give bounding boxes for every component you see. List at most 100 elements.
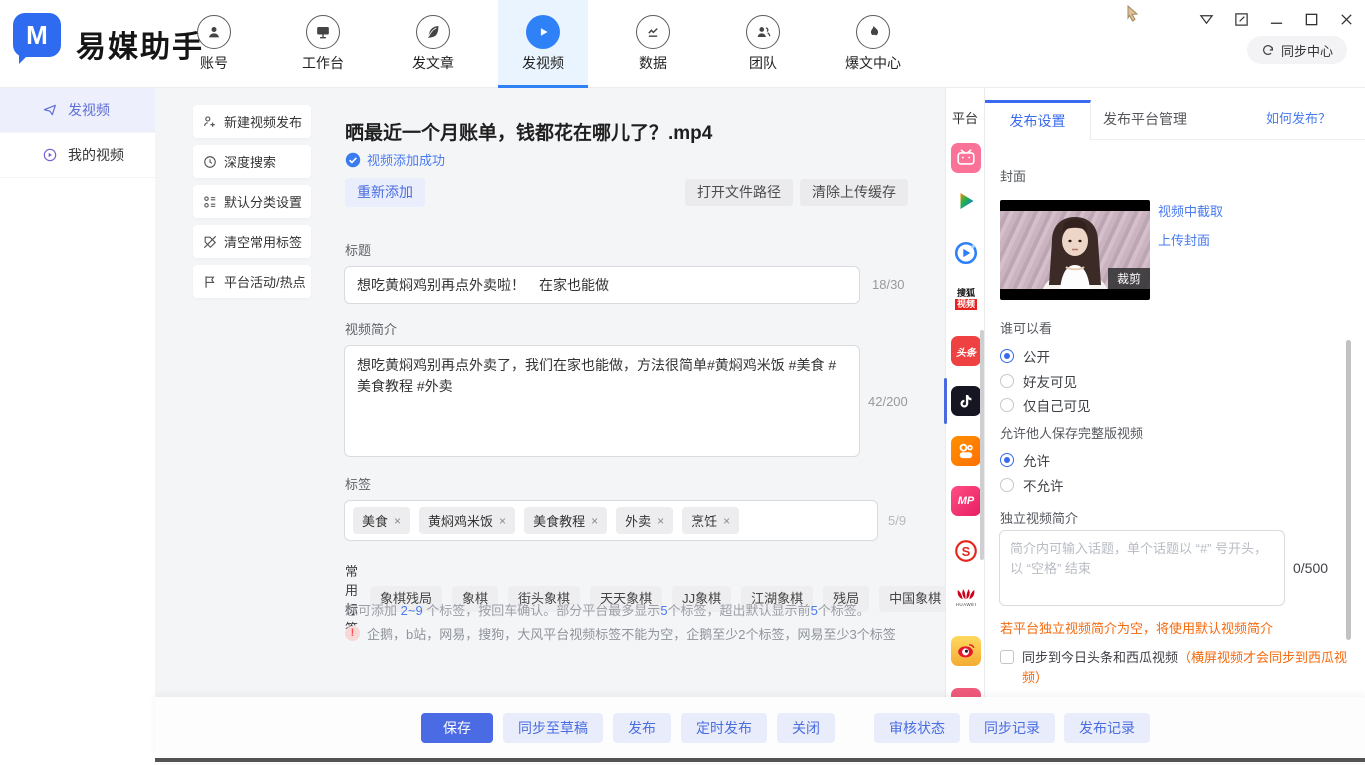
save-permission-deny[interactable]: 不允许 [1000, 475, 1064, 495]
tag-chip-label: 美食 [362, 511, 388, 530]
close-button[interactable] [1337, 10, 1355, 28]
kuaishou-icon[interactable] [951, 436, 981, 466]
platform-strip: 平台 搜狐 视频 头条 MP S HUAW [945, 88, 985, 697]
crop-badge[interactable]: 裁剪 [1108, 268, 1150, 289]
sync-toutiao-checkbox-row[interactable]: 同步到今日头条和西瓜视频（横屏视频才会同步到西瓜视频） [1000, 648, 1356, 687]
independent-desc-textarea[interactable] [999, 530, 1285, 606]
nav-team[interactable]: 团队 [718, 0, 808, 88]
app-logo: M [13, 13, 63, 61]
visibility-option-public[interactable]: 公开 [1000, 346, 1050, 366]
remove-tag-icon[interactable]: × [394, 514, 401, 528]
nav-workbench[interactable]: 工作台 [278, 0, 368, 88]
minimize-button[interactable] [1267, 10, 1285, 28]
nav-workbench-label: 工作台 [278, 53, 368, 73]
capture-from-video-link[interactable]: 视频中截取 [1158, 201, 1223, 220]
clear-common-tags-button[interactable]: 清空常用标签 [193, 225, 311, 258]
visibility-option-friends[interactable]: 好友可见 [1000, 371, 1077, 391]
platform-strip-scrollbar[interactable] [980, 330, 984, 560]
meipai-icon[interactable]: MP [951, 486, 981, 516]
hint-highlight: 5 [811, 603, 818, 618]
remove-tag-icon[interactable]: × [591, 514, 598, 528]
nav-data[interactable]: 数据 [608, 0, 698, 88]
sohu-icon[interactable]: S [951, 536, 981, 566]
save-button[interactable]: 保存 [421, 713, 493, 743]
desc-counter: 42/200 [868, 394, 908, 409]
nav-account[interactable]: 账号 [169, 0, 259, 88]
user-plus-icon [203, 115, 217, 129]
description-textarea[interactable]: 想吃黄焖鸡别再点外卖了，我们在家也能做，方法很简单#黄焖鸡米饭 #美食 #美食教… [344, 345, 860, 457]
sohu-video-text1: 搜狐 [957, 288, 975, 299]
title-input[interactable] [344, 266, 860, 304]
douyin-icon[interactable] [951, 386, 981, 416]
paper-plane-icon [42, 102, 58, 118]
sidebar-item-label: 发视频 [68, 100, 110, 120]
nav-hot-center[interactable]: 爆文中心 [828, 0, 918, 88]
checkbox-icon[interactable] [1000, 650, 1014, 664]
tags-input[interactable]: 美食× 黄焖鸡米饭× 美食教程× 外卖× 烹饪× [344, 500, 878, 541]
schedule-publish-button[interactable]: 定时发布 [681, 713, 767, 743]
haokan-video-icon[interactable] [951, 238, 981, 268]
feather-pen-icon [423, 22, 443, 42]
tag-chip: 美食 × [353, 507, 410, 534]
clear-upload-cache-button[interactable]: 清除上传缓存 [800, 179, 908, 206]
tab-publish-settings[interactable]: 发布设置 [985, 100, 1091, 140]
save-permission-allow[interactable]: 允许 [1000, 450, 1050, 470]
hint-text: 个标签，超出默认显示前 [668, 603, 811, 618]
remove-tag-icon[interactable]: × [657, 514, 664, 528]
meipai-text: MP [958, 495, 975, 507]
play-circle-icon [42, 147, 58, 163]
toutiao-icon[interactable]: 头条 [951, 336, 981, 366]
radio-label: 好友可见 [1023, 371, 1077, 391]
compass-icon [203, 155, 217, 169]
deep-search-button[interactable]: 深度搜索 [193, 145, 311, 178]
default-category-button[interactable]: 默认分类设置 [193, 185, 311, 218]
huawei-icon[interactable]: HUAWEI [951, 582, 981, 612]
upload-status-text: 视频添加成功 [367, 150, 445, 169]
sync-to-draft-button[interactable]: 同步至草稿 [503, 713, 603, 743]
sidebar-item-publish-video[interactable]: 发视频 [0, 88, 155, 133]
hint-text: 您可添加 [345, 603, 401, 618]
tool-button-label: 深度搜索 [224, 152, 276, 171]
upload-status: 视频添加成功 [345, 150, 445, 169]
tags-hint: 您可添加 2~9 个标签，按回车确认。部分平台最多显示5个标签，超出默认显示前5… [345, 600, 870, 619]
panel-scrollbar[interactable] [1346, 340, 1351, 640]
open-file-path-button[interactable]: 打开文件路径 [685, 179, 793, 206]
how-to-publish-link[interactable]: 如何发布？ [1266, 100, 1331, 140]
bilibili-icon[interactable] [951, 143, 981, 173]
tencent-video-icon[interactable] [951, 186, 981, 216]
cover-thumbnail[interactable]: 裁剪 [1000, 200, 1150, 300]
sohu-video-icon[interactable]: 搜狐 视频 [951, 284, 981, 314]
maximize-button[interactable] [1302, 10, 1320, 28]
tab-platform-manage[interactable]: 发布平台管理 [1103, 100, 1187, 140]
re-add-button[interactable]: 重新添加 [345, 178, 425, 207]
hint-highlight: 2~9 [401, 603, 423, 618]
publish-button[interactable]: 发布 [613, 713, 671, 743]
platform-tags-warning-text: 企鹅，b站，网易，搜狗，大风平台视频标签不能为空，企鹅至少2个标签，网易至少3个… [367, 624, 896, 643]
remove-tag-icon[interactable]: × [499, 514, 506, 528]
weibo-icon[interactable] [951, 636, 981, 666]
footer-bar: 保存 同步至草稿 发布 定时发布 关闭 审核状态 同步记录 发布记录 [155, 697, 1365, 758]
sidebar-item-my-videos[interactable]: 我的视频 [0, 133, 155, 178]
remove-tag-icon[interactable]: × [723, 514, 730, 528]
header: M 易媒助手 账号 工作台 发文章 发视频 数据 团队 爆 [0, 0, 1365, 88]
visibility-option-private[interactable]: 仅自己可见 [1000, 395, 1091, 415]
hide-panel-icon[interactable] [1197, 10, 1215, 28]
selected-platform-indicator [944, 378, 947, 424]
publish-records-button[interactable]: 发布记录 [1064, 713, 1150, 743]
independent-desc-warning: 若平台独立视频简介为空，将使用默认视频简介 [1000, 618, 1273, 637]
sync-checkbox-text: 同步到今日头条和西瓜视频 [1022, 650, 1178, 665]
platform-activity-button[interactable]: 平台活动/热点 [193, 265, 311, 298]
upload-cover-link[interactable]: 上传封面 [1158, 230, 1210, 249]
check-circle-icon [345, 152, 361, 168]
feedback-icon[interactable] [1232, 10, 1250, 28]
common-tag[interactable]: 中国象棋 [879, 586, 951, 612]
toutiao-text: 头条 [956, 344, 976, 359]
nav-publish-article[interactable]: 发文章 [388, 0, 478, 88]
new-video-publish-button[interactable]: 新建视频发布 [193, 105, 311, 138]
nav-publish-video[interactable]: 发视频 [498, 0, 588, 88]
close-page-button[interactable]: 关闭 [777, 713, 835, 743]
window-controls [1197, 10, 1355, 28]
review-status-button[interactable]: 审核状态 [874, 713, 960, 743]
sync-records-button[interactable]: 同步记录 [969, 713, 1055, 743]
sync-center-button[interactable]: 同步中心 [1247, 36, 1347, 64]
